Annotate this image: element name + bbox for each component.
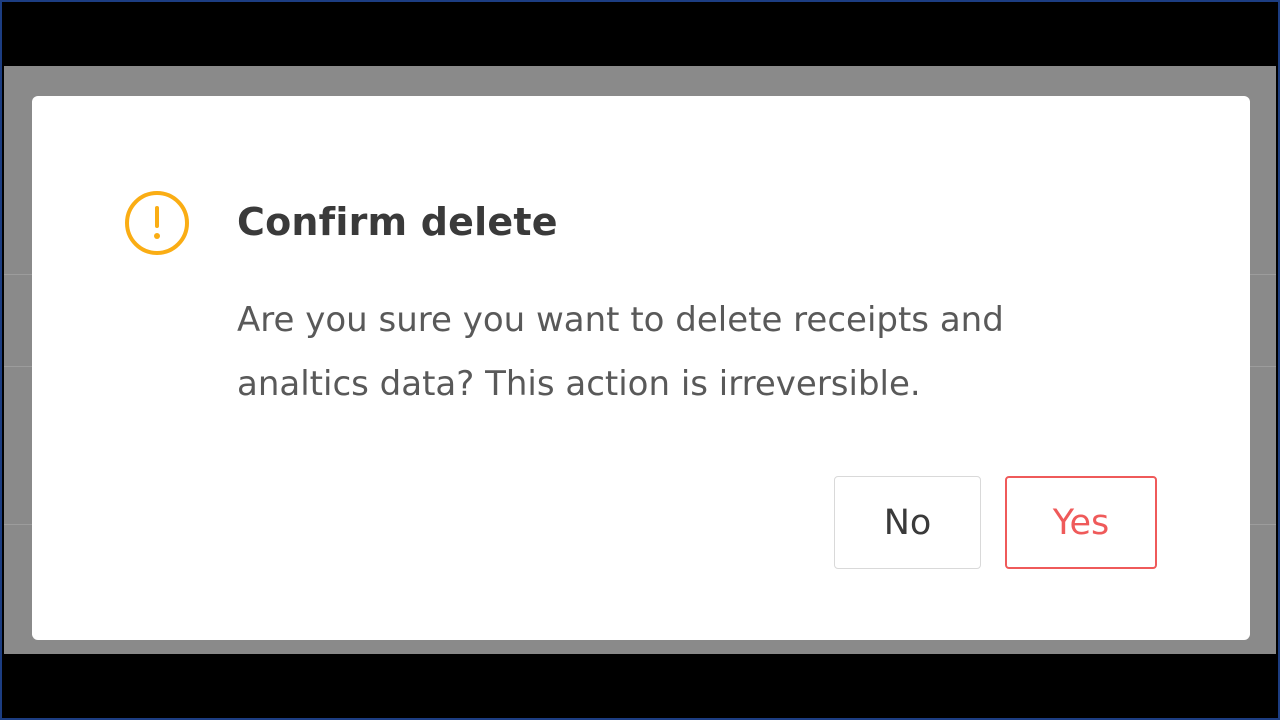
yes-button[interactable]: Yes: [1005, 476, 1157, 569]
backdrop-divider: [4, 366, 32, 367]
exclamation-circle-icon: [125, 191, 189, 255]
dialog-title: Confirm delete: [237, 200, 558, 244]
backdrop-divider: [4, 524, 32, 525]
no-button[interactable]: No: [834, 476, 981, 569]
dialog-message: Are you sure you want to delete receipts…: [237, 300, 1004, 404]
backdrop-divider: [1250, 274, 1276, 275]
backdrop-divider: [1250, 524, 1276, 525]
backdrop-divider: [1250, 366, 1276, 367]
backdrop-divider: [4, 274, 32, 275]
